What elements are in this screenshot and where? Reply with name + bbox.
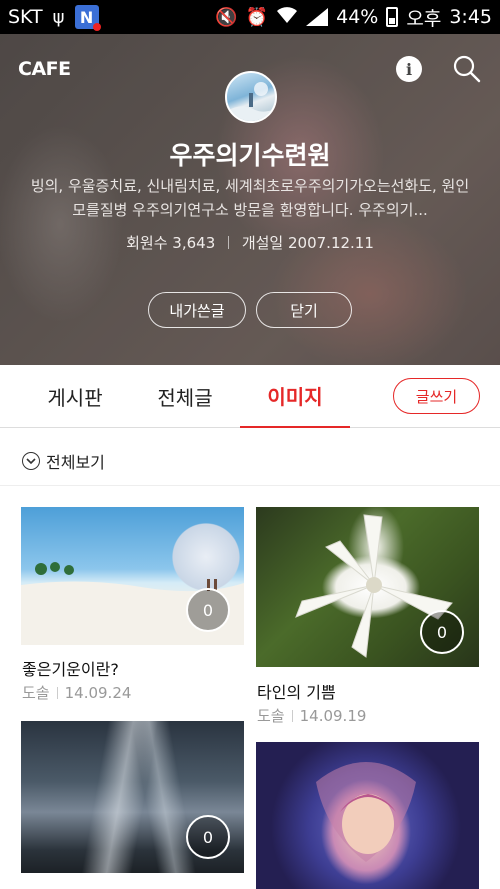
filter-label: 전체보기 bbox=[46, 453, 105, 472]
carrier-label: SKT bbox=[8, 6, 43, 28]
post-thumbnail[interactable] bbox=[256, 742, 479, 889]
meta-divider bbox=[56, 687, 58, 699]
chevron-down-icon bbox=[22, 452, 40, 470]
comment-count-badge: 0 bbox=[186, 588, 230, 632]
close-button[interactable]: 닫기 bbox=[256, 292, 352, 328]
usb-icon: ψ bbox=[52, 6, 65, 28]
cafe-description: 빙의, 우울증치료, 신내림치료, 세계최초로우주의기가오는선화도, 원인모를질… bbox=[30, 177, 470, 219]
cafe-avatar bbox=[225, 71, 277, 123]
post-meta: 도솔 14.09.24 bbox=[22, 682, 131, 703]
comment-count-badge: 0 bbox=[420, 610, 464, 654]
comment-count-badge: 0 bbox=[186, 815, 230, 859]
status-bar: SKT ψ N 🔇 ⏰ 44% 오후 3:45 bbox=[0, 0, 500, 34]
ampm-label: 오후 bbox=[406, 7, 442, 30]
alarm-icon: ⏰ bbox=[245, 6, 269, 28]
meta-divider bbox=[291, 710, 293, 722]
view-all-filter[interactable]: 전체보기 bbox=[22, 449, 105, 473]
post-author: 도솔 bbox=[257, 707, 285, 725]
post-title[interactable]: 타인의 기쁨 bbox=[257, 679, 336, 703]
cafe-title: 우주의기수련원 bbox=[169, 141, 331, 170]
signal-icon bbox=[306, 8, 329, 26]
my-posts-button[interactable]: 내가쓴글 bbox=[148, 292, 246, 328]
post-thumbnail[interactable]: 0 bbox=[256, 507, 479, 667]
opened-date: 2007.12.11 bbox=[288, 234, 374, 252]
write-button[interactable]: 글쓰기 bbox=[393, 378, 480, 414]
members-label: 회원수 bbox=[126, 234, 168, 252]
cafe-logo[interactable]: CAFE bbox=[18, 58, 71, 80]
tab-bar: 게시판 전체글 이미지 글쓰기 bbox=[0, 365, 500, 428]
post-title[interactable]: 좋은기운이란? bbox=[22, 656, 119, 680]
clock: 3:45 bbox=[449, 6, 492, 28]
stats-divider bbox=[228, 236, 230, 249]
post-thumbnail[interactable]: 0 bbox=[21, 507, 244, 645]
battery-icon bbox=[386, 7, 399, 27]
search-icon[interactable] bbox=[452, 54, 482, 84]
post-thumbnail[interactable]: 0 bbox=[21, 721, 244, 873]
post-meta: 도솔 14.09.19 bbox=[257, 705, 366, 726]
mute-icon: 🔇 bbox=[215, 6, 238, 28]
divider bbox=[0, 485, 500, 486]
cafe-stats: 회원수 3,643 개설일 2007.12.11 bbox=[0, 232, 500, 253]
info-icon[interactable]: i bbox=[396, 56, 422, 82]
post-author: 도솔 bbox=[22, 684, 50, 702]
wifi-icon bbox=[276, 6, 298, 29]
tab-all-posts[interactable]: 전체글 bbox=[130, 365, 240, 428]
battery-percent: 44% bbox=[336, 6, 379, 28]
opened-label: 개설일 bbox=[241, 234, 284, 252]
tab-images[interactable]: 이미지 bbox=[240, 365, 350, 428]
naver-notification-icon: N bbox=[74, 5, 101, 31]
post-date: 14.09.24 bbox=[64, 684, 132, 702]
post-date: 14.09.19 bbox=[299, 707, 367, 725]
members-count: 3,643 bbox=[172, 234, 216, 252]
tab-board[interactable]: 게시판 bbox=[20, 365, 130, 428]
cafe-header: CAFE i 우주의기수련원 빙의, 우울증치료, 신내림치료, 세계최초로우주… bbox=[0, 34, 500, 365]
